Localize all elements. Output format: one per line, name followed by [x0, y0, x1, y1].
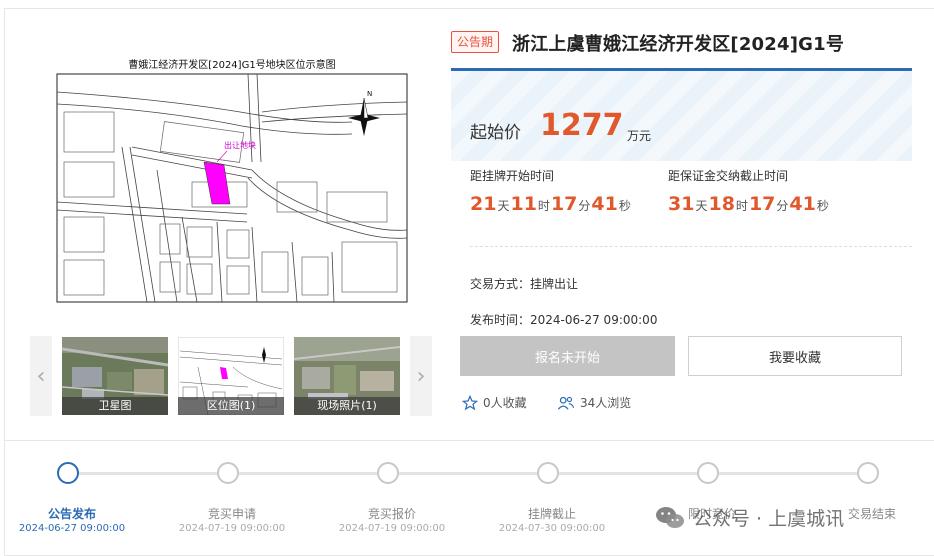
views-count: 34人浏览: [557, 394, 631, 411]
location-map[interactable]: 曹娥江经济开发区[2024]G1号地块区位示意图 出让地块 N: [52, 52, 412, 307]
thumb-label: 卫星图: [62, 397, 168, 415]
price-unit: 万元: [627, 129, 652, 143]
section-divider: [470, 246, 912, 247]
progress-divider: [4, 440, 934, 441]
step-date: 2024-07-19 09:00:00: [178, 523, 286, 534]
chevron-left-icon: ‹: [36, 363, 46, 389]
step-node-4: [537, 462, 559, 484]
svg-text:N: N: [367, 90, 372, 98]
watermark: 公众号 · 上虞城讯: [655, 504, 844, 531]
progress-track: [68, 472, 868, 475]
price-value: 1277: [540, 108, 624, 143]
step-node-5: [697, 462, 719, 484]
step-label: 挂牌截止: [527, 507, 576, 521]
step-node-2: [217, 462, 239, 484]
thumb-satellite[interactable]: 卫星图: [62, 337, 168, 415]
countdown-listing: 21 天 11 时 17 分 41 秒: [470, 193, 631, 215]
parcel-label: 出让地块: [224, 140, 256, 150]
thumb-label: 区位图(1): [178, 397, 284, 415]
map-caption: 曹娥江经济开发区[2024]G1号地块区位示意图: [128, 58, 335, 71]
price-label: 起始价: [470, 123, 521, 143]
page-title: 浙江上虞曹娥江经济开发区[2024]G1号: [512, 34, 845, 55]
countdown-deposit-label: 距保证金交纳截止时间: [668, 169, 789, 183]
step-node-1: [57, 462, 79, 484]
countdown-deposit: 31 天 18 时 17 分 41 秒: [668, 193, 829, 215]
users-icon: [557, 396, 575, 410]
favorite-button[interactable]: 我要收藏: [688, 336, 902, 376]
step-label: 竞买报价: [367, 507, 416, 521]
trade-mode: 交易方式：挂牌出让: [470, 277, 579, 291]
favorites-count: 0人收藏: [462, 394, 527, 411]
step-date: 2024-06-27 09:00:00: [18, 523, 126, 534]
step-node-3: [377, 462, 399, 484]
thumbnail-strip: ‹ 卫星图 区位图(1) 现场照片(1) ›: [30, 336, 432, 416]
thumb-next-button[interactable]: ›: [410, 336, 432, 416]
thumb-location[interactable]: 区位图(1): [178, 337, 284, 415]
status-badge: 公告期: [451, 31, 500, 53]
thumb-site-photo[interactable]: 现场照片(1): [294, 337, 400, 415]
step-label: 公告发布: [47, 507, 96, 521]
price-panel: [451, 71, 912, 161]
chevron-right-icon: ›: [416, 363, 426, 389]
step-node-6: [857, 462, 879, 484]
countdown-listing-label: 距挂牌开始时间: [470, 169, 555, 183]
wechat-icon: [656, 506, 684, 528]
apply-button[interactable]: 报名未开始: [460, 336, 675, 376]
step-label: 竞买申请: [207, 507, 256, 521]
thumb-label: 现场照片(1): [294, 397, 400, 415]
thumb-prev-button[interactable]: ‹: [30, 336, 52, 416]
step-date: 2024-07-30 09:00:00: [498, 523, 606, 534]
step-date: 2024-07-19 09:00:00: [338, 523, 446, 534]
star-icon: [462, 394, 478, 410]
publish-time: 发布时间：2024-06-27 09:00:00: [470, 313, 658, 327]
